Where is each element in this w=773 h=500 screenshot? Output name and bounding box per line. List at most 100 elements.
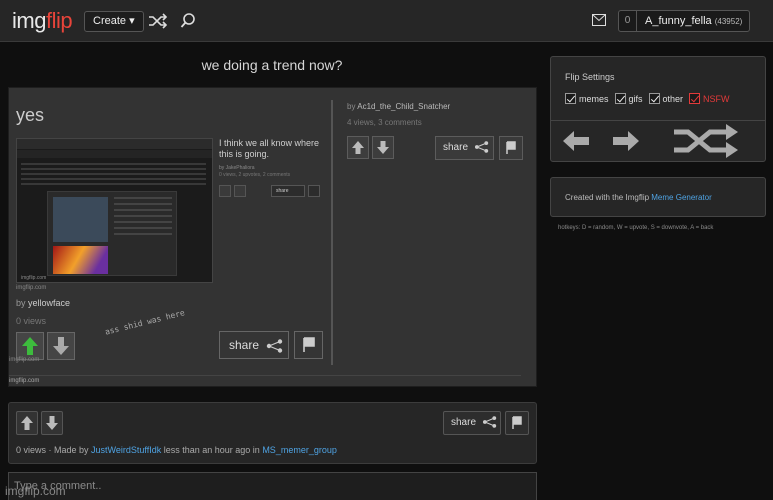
meme-right-by-line: by Ac1d_the_Child_Snatcher	[347, 102, 450, 111]
mini-share: share	[271, 185, 305, 197]
nested-fire-image	[53, 246, 108, 274]
nested-watermark: imgflip.com	[21, 275, 47, 281]
logo-text-flip: flip	[45, 8, 73, 33]
checkbox-other[interactable]	[648, 93, 660, 104]
created-prefix: Created with the Imgflip	[565, 193, 652, 202]
option-memes[interactable]: memes	[565, 93, 609, 104]
meme-right-share-label: share	[443, 142, 469, 153]
page-watermark: imgflip.com	[5, 484, 66, 498]
flip-options: memes gifs other NSFW	[565, 93, 730, 104]
imgflip-logo[interactable]: imgflip	[12, 8, 73, 34]
option-other[interactable]: other	[648, 93, 683, 104]
meme-watermark-2: imgflip.com	[9, 357, 40, 363]
post-meta: 0 views · Made by JustWeirdStuffIdk less…	[16, 445, 337, 455]
user-points: (43952)	[714, 17, 743, 26]
option-gifs[interactable]: gifs	[614, 93, 643, 104]
meme-watermark-3: imgflip.com	[9, 378, 40, 384]
user-menu[interactable]: 0 A_funny_fella (43952)	[618, 10, 750, 32]
by-user: yellowface	[28, 298, 71, 308]
shuffle-icon[interactable]	[148, 12, 168, 30]
share-button[interactable]: share	[443, 411, 501, 435]
meme-quote-author: by JakePhaliora	[219, 165, 255, 171]
share-label: share	[451, 417, 477, 428]
flip-settings-title: Flip Settings	[565, 72, 615, 82]
meme-right-upvote	[347, 136, 369, 159]
mini-downvote	[234, 185, 246, 197]
meme-right-stats: 4 views, 3 comments	[347, 118, 422, 127]
meme-right-downvote	[372, 136, 394, 159]
down-arrow-icon	[46, 416, 58, 430]
next-arrow-icon[interactable]	[613, 131, 639, 151]
meme-share-label: share	[229, 338, 260, 352]
meme-generator-link[interactable]: Meme Generator	[651, 193, 711, 202]
option-gifs-label: gifs	[628, 93, 643, 104]
username-label[interactable]: A_funny_fella (43952)	[637, 11, 742, 31]
meme-hline	[9, 375, 521, 376]
logo-text-img: img	[12, 8, 46, 33]
share-icon	[267, 339, 283, 353]
down-arrow-icon	[53, 337, 69, 355]
flip-settings-panel: Flip Settings memes gifs other NSFW	[550, 56, 766, 162]
meme-right-share: share	[435, 136, 494, 160]
down-arrow-icon	[377, 141, 389, 154]
search-icon[interactable]	[180, 12, 196, 30]
flag-icon	[303, 337, 315, 352]
meme-by-line: by yellowface	[16, 298, 70, 308]
nested-text-lines	[21, 163, 206, 185]
nested-screenshot: imgflip.com	[16, 138, 213, 283]
meme-flag-button	[294, 331, 323, 359]
author-link[interactable]: JustWeirdStuffIdk	[91, 445, 161, 455]
downvote-button[interactable]	[41, 411, 63, 435]
flag-icon	[512, 416, 522, 429]
nested-browser-bar	[17, 139, 212, 149]
created-with-panel: Created with the Imgflip Meme Generator	[550, 177, 766, 217]
share-icon	[482, 416, 496, 429]
meme-quote-stats: 0 views, 2 upvotes, 2 comments	[219, 172, 291, 178]
meme-share-button: share	[219, 331, 289, 359]
post-actions-panel: share 0 views · Made by JustWeirdStuffId…	[8, 402, 537, 464]
up-arrow-icon	[21, 416, 33, 430]
meta-prefix: 0 views · Made by	[16, 445, 92, 455]
meme-downvote	[47, 332, 75, 360]
option-nsfw-label: NSFW	[703, 93, 730, 104]
post-title: we doing a trend now?	[201, 57, 343, 73]
meme-divider	[331, 100, 333, 365]
stream-link[interactable]: MS_memer_group	[262, 445, 337, 455]
mini-flag	[308, 185, 320, 197]
meme-views: 0 views	[16, 316, 47, 326]
option-nsfw[interactable]: NSFW	[689, 93, 730, 104]
green-up-arrow-icon	[22, 337, 38, 355]
username-text: A_funny_fella	[645, 15, 712, 27]
meme-image[interactable]: yes imgflip.com I think we all know wher…	[8, 87, 537, 387]
checkbox-gifs[interactable]	[614, 93, 626, 104]
flag-icon	[506, 141, 516, 154]
mini-upvote	[219, 185, 231, 197]
comment-input[interactable]: Type a comment..	[8, 472, 537, 500]
right-by-user: Ac1d_the_Child_Snatcher	[357, 102, 451, 111]
meta-mid: less than an hour ago in	[161, 445, 263, 455]
create-button[interactable]: Create ▾	[84, 11, 144, 32]
meme-caption-yes: yes	[16, 105, 45, 125]
random-shuffle-icon[interactable]	[672, 124, 740, 158]
by-label: by	[16, 298, 29, 308]
nested-sub-screenshot	[47, 191, 177, 276]
meme-right-flag	[499, 136, 523, 160]
upvote-button[interactable]	[16, 411, 38, 435]
previous-arrow-icon[interactable]	[563, 131, 589, 151]
nested-side-text	[114, 197, 172, 237]
checkbox-memes[interactable]	[565, 93, 576, 104]
option-memes-label: memes	[579, 93, 609, 104]
created-with-text: Created with the Imgflip Meme Generator	[565, 193, 712, 202]
notification-count[interactable]: 0	[619, 11, 637, 31]
share-icon	[474, 141, 488, 154]
meme-upvote-green	[16, 332, 44, 360]
hotkeys-text: hotkeys: D = random, W = upvote, S = dow…	[558, 225, 714, 231]
meme-quote: I think we all know where this is going.	[219, 138, 320, 159]
right-by-label: by	[347, 102, 358, 111]
up-arrow-icon	[352, 141, 364, 154]
nested-grid-image	[53, 197, 108, 242]
nested-nav-bar	[17, 150, 212, 158]
mail-icon[interactable]	[592, 14, 606, 26]
flag-button[interactable]	[505, 411, 529, 435]
checkbox-nsfw[interactable]	[689, 93, 701, 104]
